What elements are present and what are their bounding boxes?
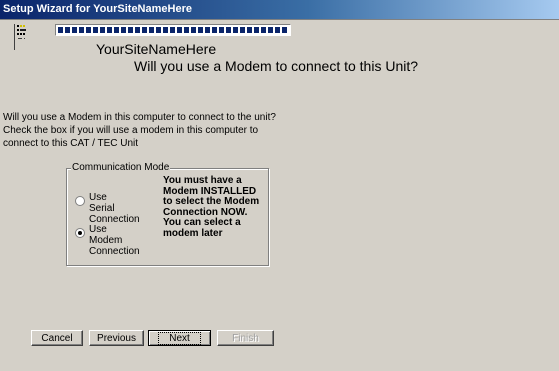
modem-radio-label[interactable]: Use Modem Connection	[89, 224, 140, 257]
wizard-progress-bar	[55, 24, 291, 36]
previous-button[interactable]: Previous	[89, 330, 144, 346]
communication-mode-group: Communication Mode Use Serial Connection…	[66, 162, 269, 266]
serial-radio-button[interactable]	[75, 196, 85, 206]
site-name-heading: YourSiteNameHere	[96, 41, 217, 57]
next-button[interactable]: Next	[148, 330, 211, 346]
finish-button: Finish	[217, 330, 274, 346]
next-button-label[interactable]: Next	[158, 331, 201, 345]
app-logo-icon	[14, 24, 26, 50]
instructions-text: Will you use a Modem in this computer to…	[3, 112, 276, 149]
serial-radio-label[interactable]: Use Serial Connection	[89, 192, 140, 225]
page-question: Will you use a Modem to connect to this …	[134, 58, 419, 74]
modem-requirement-note: You must have a Modem INSTALLED to selec…	[163, 175, 260, 239]
progress-fill	[58, 27, 288, 33]
modem-connection-option[interactable]: Use Modem Connection	[75, 224, 140, 257]
communication-mode-legend: Communication Mode	[71, 162, 171, 174]
serial-connection-option[interactable]: Use Serial Connection	[75, 192, 140, 225]
window-title: Setup Wizard for YourSiteNameHere	[0, 0, 559, 19]
cancel-button[interactable]: Cancel	[31, 330, 83, 346]
modem-radio-button[interactable]	[75, 228, 85, 238]
